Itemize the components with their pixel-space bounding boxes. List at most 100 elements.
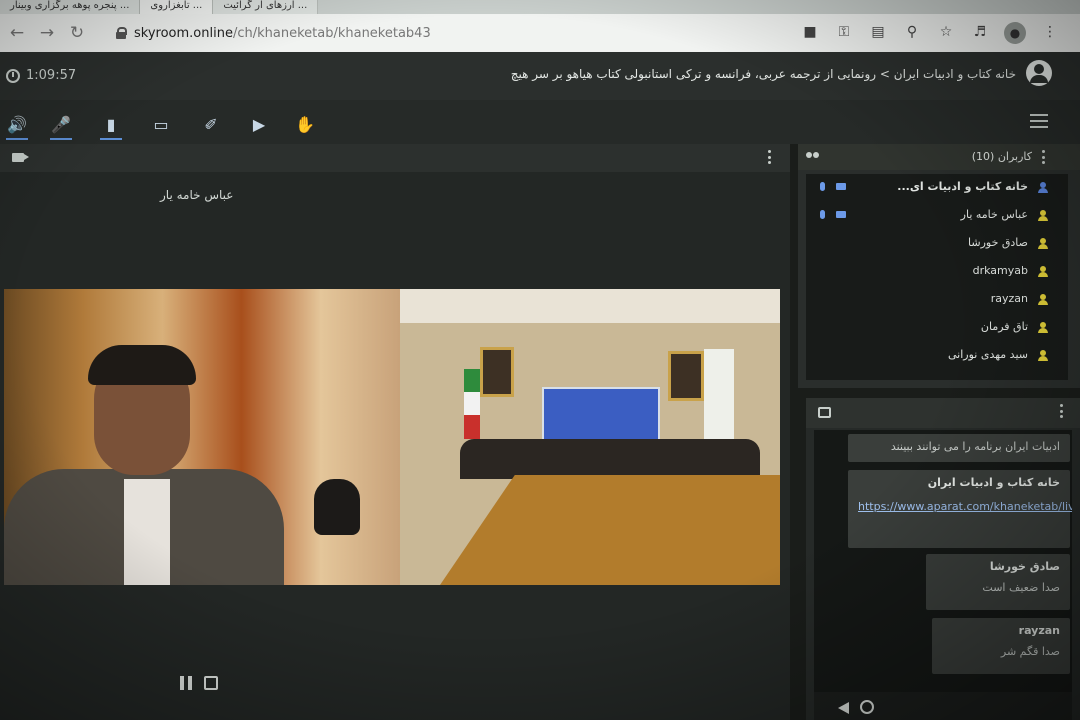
chat-icon [818,407,831,418]
chat-messages[interactable]: ادبیات ایران برنامه را می توانند ببینند … [814,430,1072,692]
user-row[interactable]: سید مهدی نورانی [806,342,1068,370]
camera-icon[interactable]: ■ [800,22,820,42]
chat-message: ادبیات ایران برنامه را می توانند ببینند [848,434,1070,462]
camera-icon[interactable] [836,183,846,190]
user-name: تاق فرمان [980,320,1028,333]
room-ceiling [400,289,780,323]
video-panel-header [0,144,790,172]
message-sender: rayzan [1018,624,1060,637]
lock-icon[interactable] [116,27,127,39]
host-user-icon [1038,182,1048,194]
chat-options-icon[interactable] [1060,404,1064,418]
message-sender: خانه کتاب و ادبیات ایران [927,476,1060,489]
user-row[interactable]: تاق فرمان [806,314,1068,342]
timer-value: 1:09:57 [26,68,77,83]
wall-portrait [668,351,704,401]
user-name: خانه کتاب و ادبیات ای... [897,180,1028,193]
browser-address-bar: ← → ↻ skyroom.online /ch/khaneketab/khan… [0,14,1080,52]
browser-tab-active[interactable]: ... تابغزاروی [140,0,214,14]
chat-message: صادق خورشا صدا ضعیف است [926,554,1070,610]
users-panel: کاربران (10) خانه کتاب و ادبیات ای... عب… [798,144,1080,388]
session-timer: 1:09:57 [6,68,76,83]
video-options-icon[interactable] [768,150,772,164]
url-path: /ch/khaneketab/khaneketab43 [232,25,431,41]
users-panel-header: کاربران (10) [798,144,1080,170]
profile-icon[interactable]: ● [1004,22,1026,44]
reload-icon[interactable]: ↻ [64,20,90,46]
user-row[interactable]: rayzan [806,286,1068,314]
user-name: drkamyab [972,264,1028,277]
message-link[interactable]: https://www.aparat.com/khaneketab/live [858,497,1072,517]
user-name: rayzan [990,292,1028,305]
chat-message: خانه کتاب و ادبیات ایران https://www.apa… [848,470,1072,548]
forward-icon[interactable]: → [34,20,60,46]
back-icon[interactable]: ← [4,20,30,46]
send-icon[interactable] [838,702,849,714]
meeting-room-video [400,289,780,585]
mic-icon[interactable] [820,210,825,219]
playlist-icon[interactable]: ♬ [970,22,990,42]
browser-tab[interactable]: ... پنجره پوهه برگزاری وبینار [0,0,141,14]
video-panel: عباس خامه یار [0,144,790,720]
app-root: ... پنجره پوهه برگزاری وبینار ... تابغزا… [0,0,1080,720]
chat-message: rayzan صدا قگم شر [932,618,1070,674]
speaker-hair [88,345,196,385]
user-icon [1038,210,1048,222]
user-icon [1038,294,1048,306]
user-name: صادق خورشا [968,236,1028,249]
user-icon [1038,266,1048,278]
chat-input[interactable] [814,692,1072,720]
flag-decor [464,369,480,439]
url-host: skyroom.online [134,25,233,41]
conference-table [440,475,780,585]
chat-panel: ادبیات ایران برنامه را می توانند ببینند … [806,398,1080,720]
zoom-icon[interactable]: ⚲ [902,22,922,42]
users-options-icon[interactable] [1042,150,1046,164]
screen-share-icon[interactable]: ▭ [148,112,174,136]
speaker-icon[interactable]: 🔊 [4,112,30,140]
star-icon[interactable]: ☆ [936,22,956,42]
brush-icon[interactable]: ✐ [198,112,224,136]
users-list[interactable]: خانه کتاب و ادبیات ای... عباس خامه یار ص… [806,174,1068,380]
video-camera-icon [12,153,29,162]
user-name: سید مهدی نورانی [948,348,1028,361]
clock-icon [6,68,20,83]
browser-tab[interactable]: ... ارزهای ار گرائیت [213,0,319,14]
speaker-shirt [124,479,170,585]
speaker-name: عباس خامه یار [160,188,234,202]
camera-icon[interactable]: ▮ [98,112,124,140]
fullscreen-icon[interactable] [204,676,218,690]
user-icon [1038,350,1048,362]
user-row[interactable]: drkamyab [806,258,1068,286]
translate-icon[interactable]: ▤ [868,22,888,42]
account-icon[interactable] [1026,60,1052,86]
message-text: صدا ضعیف است [982,581,1060,594]
menu-icon[interactable] [1030,114,1048,128]
room-title: خانه کتاب و ادبیات ایران > رونمایی از تر… [510,67,1016,81]
mic-icon[interactable] [820,182,825,191]
camera-icon[interactable] [836,211,846,218]
speaker-video [4,289,400,585]
pause-icon[interactable] [180,676,192,690]
browser-tabstrip: ... پنجره پوهه برگزاری وبینار ... تابغزا… [0,0,1080,14]
mic-icon[interactable]: 🎤 [48,112,74,140]
user-name: عباس خامه یار [960,208,1028,221]
key-icon[interactable]: ⚿ [834,22,854,42]
raise-hand-icon[interactable]: ✋ [292,112,318,136]
user-row[interactable]: عباس خامه یار [806,202,1068,230]
message-sender: صادق خورشا [989,560,1060,573]
user-icon [1038,238,1048,250]
user-row[interactable]: صادق خورشا [806,230,1068,258]
users-group-icon [806,152,820,162]
room-toolbar: 🔊 🎤 ▮ ▭ ✐ ▶ ✋ [0,100,1080,144]
message-text: ادبیات ایران برنامه را می توانند ببینند [890,440,1060,453]
emoji-icon[interactable] [860,700,874,714]
user-row[interactable]: خانه کتاب و ادبیات ای... [806,174,1068,202]
more-icon[interactable]: ⋮ [1040,22,1060,42]
vase-decor [314,479,360,535]
users-panel-title: کاربران (10) [971,150,1032,163]
video-stream[interactable] [4,289,780,585]
video-controls [180,676,218,690]
play-media-icon[interactable]: ▶ [246,112,272,136]
chat-panel-header [806,398,1080,428]
